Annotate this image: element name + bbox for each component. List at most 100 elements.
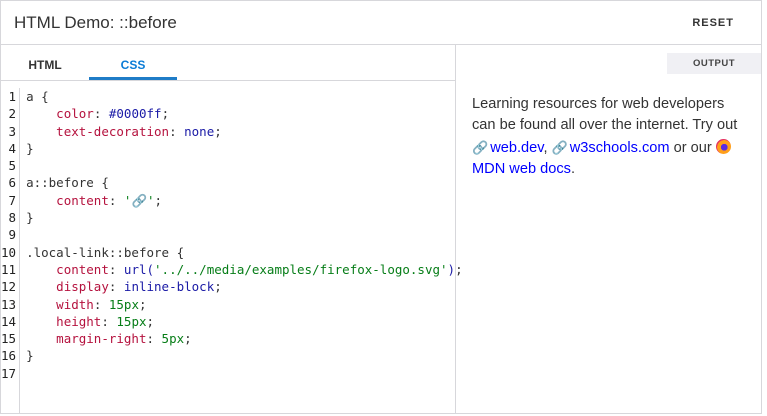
code-line[interactable]: margin-right: 5px; — [26, 330, 463, 347]
editor-panel: HTML CSS 1 2 3 4 5 6 7 8 9 10 11 12 13 14 15 16 17 a { c… — [1, 45, 463, 413]
code-token: } — [26, 348, 34, 364]
code-token: : — [169, 123, 185, 139]
link-icon: 🔗 — [472, 139, 489, 155]
code-token: 5px — [161, 331, 185, 347]
link-w3schools[interactable]: 🔗 w3schools.com — [552, 140, 670, 156]
code-token: display — [56, 279, 109, 295]
code-token: ; — [146, 313, 155, 329]
code-token: '🔗' — [123, 192, 155, 208]
line-number: 5 — [8, 158, 17, 174]
link-web-dev-label: web.dev — [490, 139, 544, 156]
code-token: { — [41, 89, 49, 104]
line-number: 12 — [1, 279, 17, 295]
code-line[interactable]: content: url('../../media/examples/firef… — [26, 261, 462, 278]
output-end: . — [570, 160, 576, 177]
code-line[interactable]: content: '🔗'; — [26, 192, 463, 209]
code-token: ; — [214, 279, 222, 295]
line-number: 11 — [1, 261, 17, 277]
line-number: 1 — [8, 89, 17, 104]
output-separator: , — [543, 139, 552, 156]
code-token: inline-block — [123, 279, 215, 295]
tab-css[interactable]: CSS — [89, 45, 177, 80]
code-token: color — [56, 106, 94, 122]
code-token: ; — [184, 331, 192, 347]
output-label: OUTPUT — [667, 53, 761, 74]
code-lines[interactable]: a { color: #0000ff; text-decoration: non… — [20, 88, 463, 413]
code-token: ; — [154, 192, 163, 208]
code-line[interactable] — [26, 365, 463, 382]
demo-frame: HTML Demo: ::before RESET HTML CSS 12345… — [0, 0, 762, 414]
code-line[interactable]: .local-link::before { — [26, 244, 463, 261]
reset-button[interactable]: RESET — [692, 17, 734, 29]
link-icon: 🔗 — [551, 139, 568, 155]
code-token: '../../media/examples/firefox-logo.svg' — [154, 261, 448, 277]
line-number-gutter: 1 2 3 4 5 6 7 8 9 10 11 12 13 14 15 16 17 — [1, 88, 21, 413]
code-token: height — [56, 313, 102, 329]
code-token: { — [176, 244, 185, 260]
code-token: ; — [161, 106, 170, 122]
code-line[interactable]: display: inline-block; — [26, 278, 463, 295]
page-title: HTML Demo: ::before — [14, 12, 177, 32]
code-token: content — [56, 261, 109, 277]
code-token: : — [108, 261, 124, 277]
code-token: : — [108, 192, 124, 208]
code-token: : — [93, 296, 109, 312]
firefox-logo-icon — [715, 138, 731, 154]
code-line[interactable]: color: #0000ff; — [26, 105, 463, 122]
code-token: a — [26, 89, 42, 104]
line-number: 10 — [1, 244, 17, 260]
code-line[interactable]: a::before { — [26, 174, 463, 191]
code-token: #0000ff — [108, 106, 162, 122]
line-number: 14 — [1, 313, 17, 329]
code-token: margin-right — [56, 331, 147, 347]
tab-html[interactable]: HTML — [1, 45, 89, 80]
code-line[interactable]: } — [26, 140, 463, 157]
code-token: 15px — [108, 296, 139, 312]
code-line[interactable]: a { — [26, 88, 463, 105]
code-token: : — [146, 331, 162, 347]
line-number: 15 — [1, 331, 17, 347]
code-token: 15px — [116, 313, 147, 329]
code-line[interactable] — [26, 157, 463, 174]
code-token: a::before — [26, 175, 102, 191]
output-intro-text: Learning resources for web developers ca… — [472, 96, 738, 134]
line-number: 4 — [8, 140, 17, 156]
code-token: width — [56, 296, 94, 312]
code-token: : — [93, 106, 109, 122]
code-token: ; — [214, 123, 222, 139]
demo-body: HTML CSS 1 2 3 4 5 6 7 8 9 10 11 12 13 14 15 16 17 a { c… — [1, 45, 761, 413]
code-token: : — [101, 313, 117, 329]
output-paragraph: Learning resources for web developers ca… — [472, 94, 747, 180]
line-number: 2 — [8, 106, 17, 122]
code-line[interactable] — [26, 226, 463, 243]
editor-tabs: HTML CSS — [1, 45, 455, 81]
output-separator: or our — [669, 139, 716, 156]
line-number: 3 — [8, 123, 17, 139]
line-number: 17 — [1, 365, 17, 381]
link-w3schools-label: w3schools.com — [569, 139, 670, 156]
code-line[interactable]: height: 15px; — [26, 313, 463, 330]
code-token: .local-link::before — [26, 244, 177, 260]
code-token: { — [101, 175, 109, 191]
code-line[interactable]: } — [26, 209, 463, 226]
demo-header: HTML Demo: ::before RESET — [1, 1, 761, 45]
code-token: ) — [447, 261, 456, 277]
code-line[interactable]: text-decoration: none; — [26, 123, 463, 140]
code-token: none — [184, 123, 215, 139]
code-token: : — [108, 279, 124, 295]
code-line[interactable]: } — [26, 347, 463, 364]
line-number: 6 — [8, 175, 17, 191]
code-line[interactable]: width: 15px; — [26, 296, 463, 313]
code-token: } — [26, 210, 34, 226]
code-editor[interactable]: 1 2 3 4 5 6 7 8 9 10 11 12 13 14 15 16 17 a { color: #00… — [1, 88, 463, 413]
code-token: text-decoration — [56, 123, 170, 139]
link-web-dev[interactable]: 🔗 web.dev — [472, 140, 543, 156]
code-token: } — [26, 140, 34, 156]
